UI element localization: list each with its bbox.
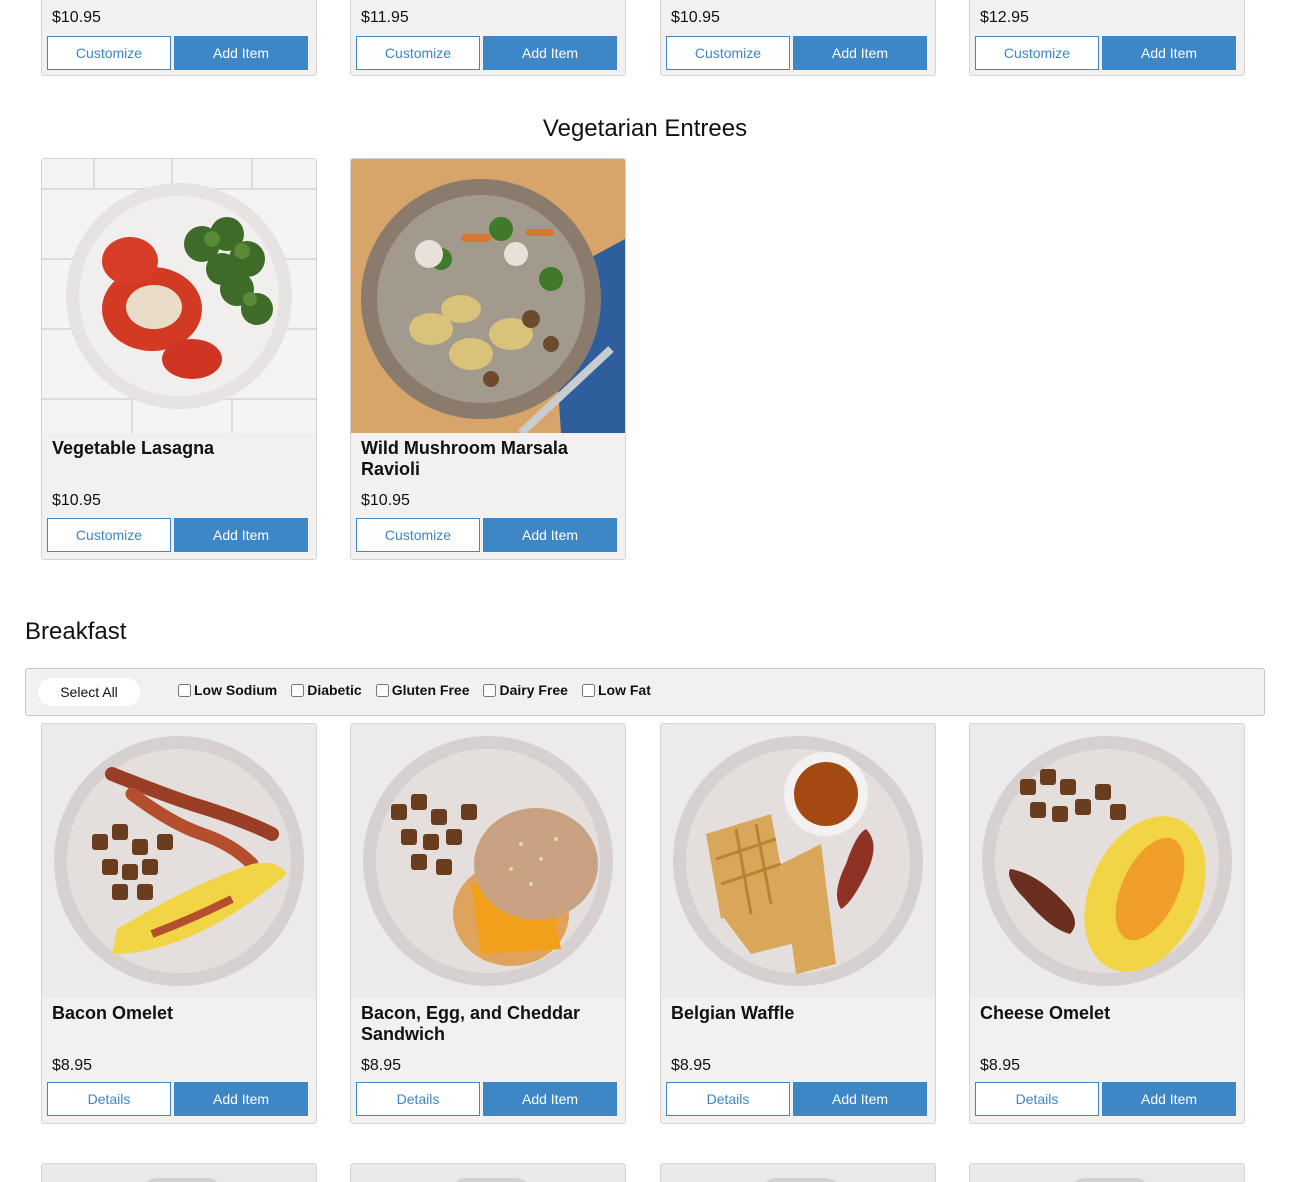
filter-diabetic[interactable]: Diabetic <box>291 682 362 698</box>
item-price: $10.95 <box>52 9 101 26</box>
customize-button[interactable]: Customize <box>47 36 171 70</box>
menu-card-bacon-omelet[interactable]: Bacon Omelet $8.95 Details Add Item <box>41 723 317 1124</box>
food-photo[interactable] <box>42 724 316 998</box>
menu-card-belgian-waffle[interactable]: Belgian Waffle $8.95 Details Add Item <box>660 723 936 1124</box>
food-photo[interactable] <box>761 1178 841 1182</box>
details-button[interactable]: Details <box>356 1082 480 1116</box>
add-item-button[interactable]: Add Item <box>174 1082 308 1116</box>
filter-gluten-free[interactable]: Gluten Free <box>375 682 470 698</box>
item-price: $11.95 <box>361 9 409 26</box>
item-price: $10.95 <box>52 492 101 509</box>
menu-card: $11.95 Customize Add Item <box>350 0 626 76</box>
filter-dairy-free[interactable]: Dairy Free <box>483 682 568 698</box>
customize-button[interactable]: Customize <box>356 518 480 552</box>
filter-low-sodium[interactable]: Low Sodium <box>178 682 277 698</box>
food-photo[interactable] <box>661 724 935 998</box>
customize-button[interactable]: Customize <box>356 36 480 70</box>
filter-list: Low Sodium Diabetic Gluten Free Dairy Fr… <box>178 682 651 698</box>
item-price: $10.95 <box>671 9 720 26</box>
item-name: Bacon Omelet <box>52 1003 174 1023</box>
item-price: $10.95 <box>361 492 410 509</box>
filter-label: Low Sodium <box>194 682 278 698</box>
low-sodium-checkbox[interactable] <box>178 683 191 697</box>
menu-card[interactable] <box>969 1163 1245 1182</box>
diabetic-checkbox[interactable] <box>291 683 305 697</box>
add-item-button[interactable]: Add Item <box>174 518 308 552</box>
menu-card: $10.95 Customize Add Item <box>41 0 317 76</box>
food-photo[interactable] <box>351 724 625 998</box>
filter-label: Low Fat <box>597 682 651 698</box>
details-button[interactable]: Details <box>666 1082 790 1116</box>
food-photo[interactable] <box>351 159 625 433</box>
food-photo[interactable] <box>1070 1178 1150 1182</box>
item-price: $8.95 <box>52 1057 93 1074</box>
add-item-button[interactable]: Add Item <box>793 1082 927 1116</box>
add-item-button[interactable]: Add Item <box>793 36 927 70</box>
section-title-breakfast: Breakfast <box>25 618 127 645</box>
item-name: Wild Mushroom Marsala Ravioli <box>361 438 568 479</box>
add-item-button[interactable]: Add Item <box>174 36 308 70</box>
gluten-free-checkbox[interactable] <box>375 683 389 697</box>
add-item-button[interactable]: Add Item <box>483 36 617 70</box>
menu-card[interactable] <box>41 1163 317 1182</box>
item-price: $12.95 <box>980 9 1029 26</box>
add-item-button[interactable]: Add Item <box>483 1082 617 1116</box>
menu-card-wild-mushroom-marsala-ravioli[interactable]: Wild Mushroom Marsala Ravioli $10.95 Cus… <box>350 158 626 560</box>
filter-low-fat[interactable]: Low Fat <box>581 682 651 698</box>
menu-card-bacon-egg-cheddar-sandwich[interactable]: Bacon, Egg, and Cheddar Sandwich $8.95 D… <box>350 723 626 1124</box>
food-photo[interactable] <box>451 1178 531 1182</box>
item-name: Cheese Omelet <box>980 1003 1111 1023</box>
select-all-button[interactable]: Select All <box>38 678 140 706</box>
filter-label: Diabetic <box>307 682 362 698</box>
item-price: $8.95 <box>980 1057 1021 1074</box>
item-name: Bacon, Egg, and Cheddar Sandwich <box>361 1003 581 1044</box>
section-title-vegetarian: Vegetarian Entrees <box>542 115 748 142</box>
add-item-button[interactable]: Add Item <box>1102 36 1236 70</box>
dairy-free-checkbox[interactable] <box>483 683 497 697</box>
filter-label: Gluten Free <box>391 682 470 698</box>
food-photo[interactable] <box>970 724 1244 998</box>
menu-card[interactable] <box>660 1163 936 1182</box>
low-fat-checkbox[interactable] <box>581 683 595 697</box>
menu-card[interactable] <box>350 1163 626 1182</box>
item-name: Vegetable Lasagna <box>52 438 215 458</box>
menu-card-vegetable-lasagna[interactable]: Vegetable Lasagna $10.95 Customize Add I… <box>41 158 317 560</box>
customize-button[interactable]: Customize <box>47 518 171 552</box>
food-photo[interactable] <box>142 1178 222 1182</box>
add-item-button[interactable]: Add Item <box>1102 1082 1236 1116</box>
customize-button[interactable]: Customize <box>975 36 1099 70</box>
diet-filter-bar: Select All Low Sodium Diabetic Gluten Fr… <box>25 668 1265 716</box>
details-button[interactable]: Details <box>47 1082 171 1116</box>
add-item-button[interactable]: Add Item <box>483 518 617 552</box>
filter-label: Dairy Free <box>499 682 568 698</box>
details-button[interactable]: Details <box>975 1082 1099 1116</box>
customize-button[interactable]: Customize <box>666 36 790 70</box>
menu-card-cheese-omelet[interactable]: Cheese Omelet $8.95 Details Add Item <box>969 723 1245 1124</box>
item-price: $8.95 <box>361 1057 402 1074</box>
menu-card: $10.95 Customize Add Item <box>660 0 936 76</box>
food-photo[interactable] <box>42 159 316 433</box>
menu-card: $12.95 Customize Add Item <box>969 0 1245 76</box>
item-price: $8.95 <box>671 1057 712 1074</box>
item-name: Belgian Waffle <box>671 1003 795 1023</box>
